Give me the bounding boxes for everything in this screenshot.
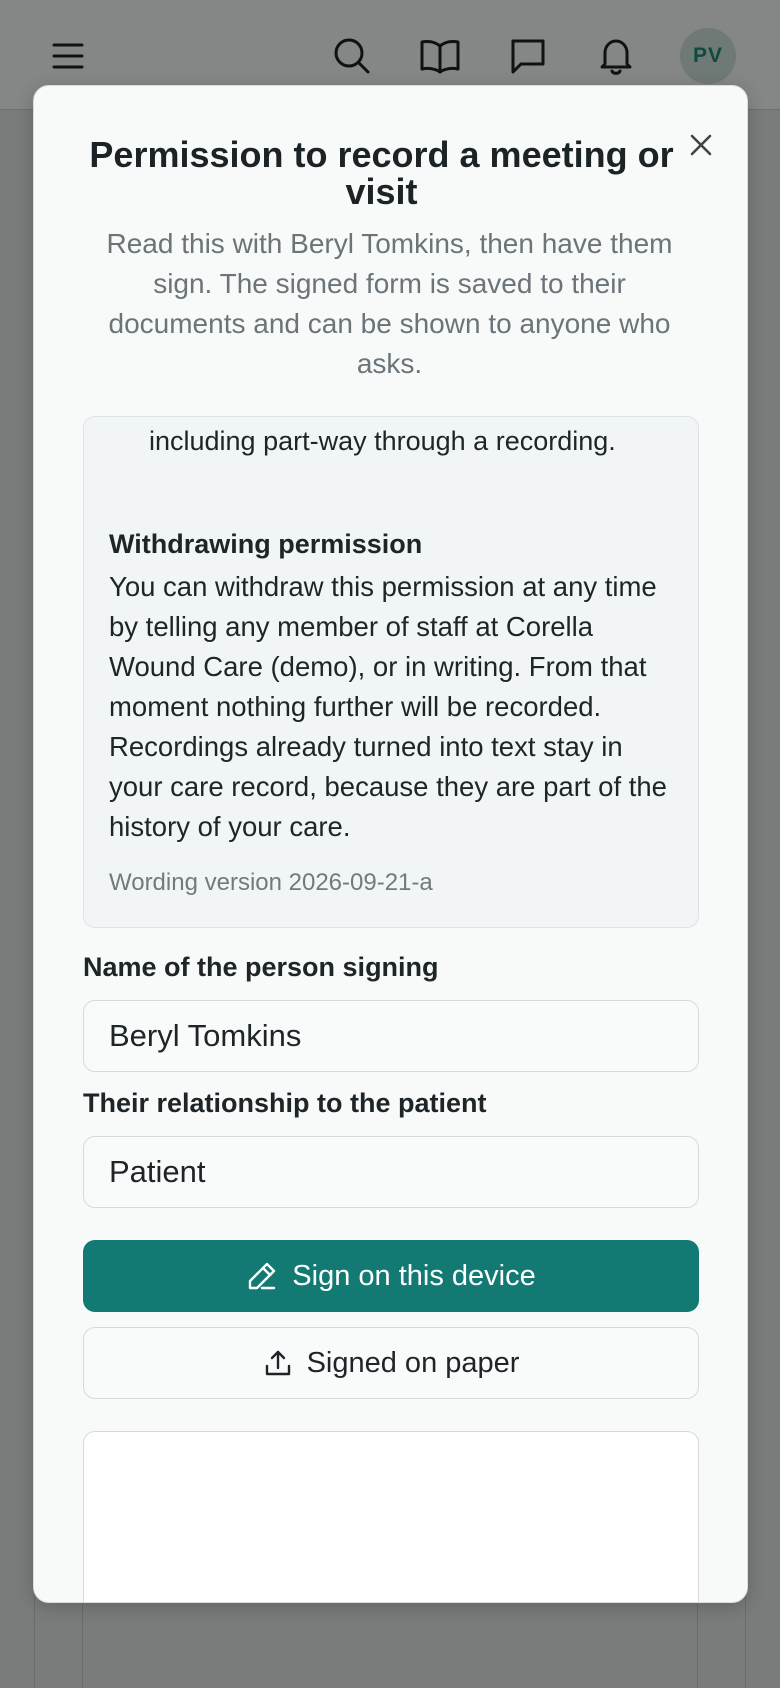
search-icon[interactable]: [326, 30, 378, 82]
modal-title: Permission to record a meeting or visit: [89, 134, 674, 212]
avatar[interactable]: PV: [680, 28, 736, 84]
modal-subtitle: Read this with Beryl Tomkins, then have …: [106, 228, 673, 379]
relationship-field[interactable]: Patient: [83, 1136, 699, 1208]
sign-on-device-button[interactable]: Sign on this device: [83, 1240, 699, 1312]
chat-icon[interactable]: [502, 30, 554, 82]
section-title: Withdrawing permission: [109, 529, 423, 559]
pencil-icon: [249, 1262, 276, 1290]
section-body: You can withdraw this permission at any …: [109, 571, 667, 842]
book-icon[interactable]: [414, 30, 466, 82]
consent-modal: Permission to record a meeting or visit …: [33, 85, 748, 1603]
menu-icon[interactable]: [42, 30, 94, 82]
sign-on-device-label: Sign on this device: [292, 1259, 536, 1292]
consent-continued-text: including part-way through a recording.: [149, 426, 616, 456]
wording-version: Wording version 2026-09-21-a: [109, 869, 433, 896]
signer-name-field[interactable]: Beryl Tomkins: [83, 1000, 699, 1072]
upload-icon: [265, 1350, 290, 1376]
signed-on-paper-label: Signed on paper: [306, 1346, 520, 1379]
signed-on-paper-button[interactable]: Signed on paper: [83, 1327, 699, 1399]
bell-icon[interactable]: [590, 30, 642, 82]
consent-text-panel[interactable]: including part-way through a recording. …: [83, 416, 699, 928]
signer-name-label: Name of the person signing: [83, 952, 439, 982]
close-icon: [690, 134, 712, 156]
relationship-label: Their relationship to the patient: [83, 1088, 487, 1118]
signature-pad[interactable]: [83, 1431, 699, 1602]
